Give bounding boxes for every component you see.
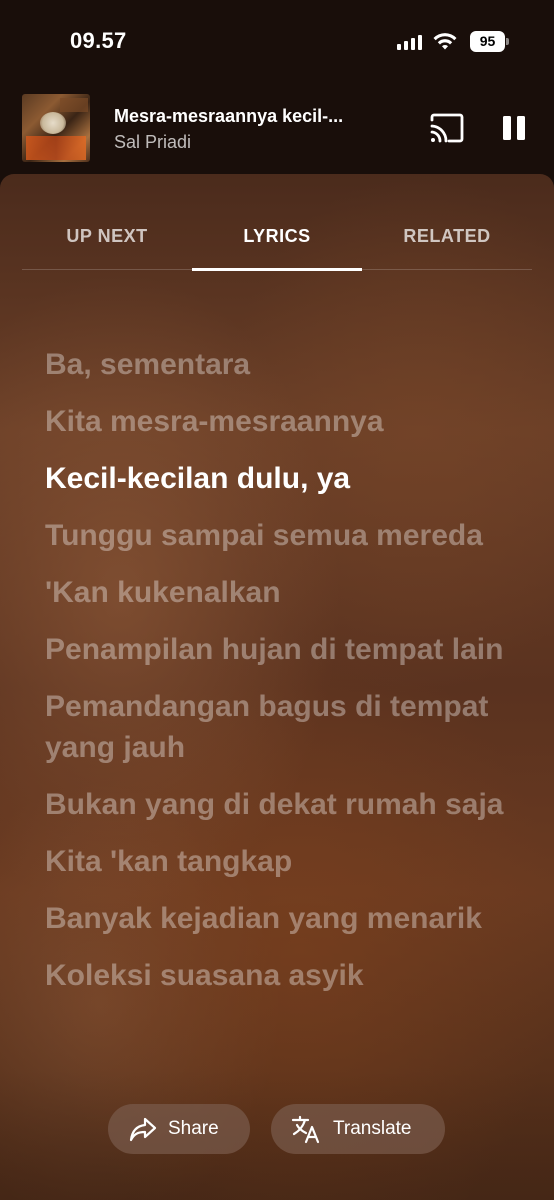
album-art[interactable]: [22, 94, 90, 162]
lyric-line-current[interactable]: Kecil-kecilan dulu, ya: [45, 458, 505, 499]
lyrics-list: Ba, sementara Kita mesra-mesraannya Keci…: [45, 344, 505, 1012]
tab-up-next[interactable]: UP NEXT: [22, 226, 192, 247]
active-tab-indicator: [192, 268, 362, 271]
lyric-line[interactable]: Pemandangan bagus di tempat yang jauh: [45, 686, 505, 768]
lyric-line[interactable]: Koleksi suasana asyik: [45, 955, 505, 996]
share-button[interactable]: Share: [108, 1104, 250, 1154]
lyric-line[interactable]: Bukan yang di dekat rumah saja: [45, 784, 505, 825]
screen: 09.57 95 Mesra-mesraannya kecil-... Sal …: [0, 0, 554, 1200]
status-bar: 09.57 95: [0, 0, 554, 80]
mini-player[interactable]: Mesra-mesraannya kecil-... Sal Priadi: [0, 84, 554, 174]
lyric-line[interactable]: Banyak kejadian yang menarik: [45, 898, 505, 939]
lyric-line[interactable]: Kita mesra-mesraannya: [45, 401, 505, 442]
lyric-line[interactable]: Tunggu sampai semua mereda: [45, 515, 505, 556]
translate-button[interactable]: Translate: [271, 1104, 445, 1154]
battery-icon: 95: [470, 31, 510, 52]
share-icon: [129, 1117, 157, 1142]
translate-label: Translate: [333, 1118, 412, 1139]
share-label: Share: [168, 1118, 219, 1139]
battery-level: 95: [470, 31, 505, 52]
lyric-line[interactable]: 'Kan kukenalkan: [45, 572, 505, 613]
tab-bar: UP NEXT LYRICS RELATED: [22, 214, 532, 271]
cellular-signal-icon: [397, 34, 423, 50]
lyric-line[interactable]: Kita 'kan tangkap: [45, 841, 505, 882]
wifi-icon: [433, 33, 457, 50]
cast-icon[interactable]: [428, 112, 466, 144]
status-time: 09.57: [70, 28, 127, 53]
pause-icon[interactable]: [500, 114, 528, 142]
song-title[interactable]: Mesra-mesraannya kecil-...: [114, 106, 384, 127]
lyric-line[interactable]: Ba, sementara: [45, 344, 505, 385]
artist-name[interactable]: Sal Priadi: [114, 132, 191, 153]
lyrics-sheet: UP NEXT LYRICS RELATED Ba, sementara Kit…: [0, 174, 554, 1200]
tab-lyrics[interactable]: LYRICS: [192, 226, 362, 247]
lyric-line[interactable]: Penampilan hujan di tempat lain: [45, 629, 505, 670]
tab-related[interactable]: RELATED: [362, 226, 532, 247]
translate-icon: [291, 1115, 320, 1144]
